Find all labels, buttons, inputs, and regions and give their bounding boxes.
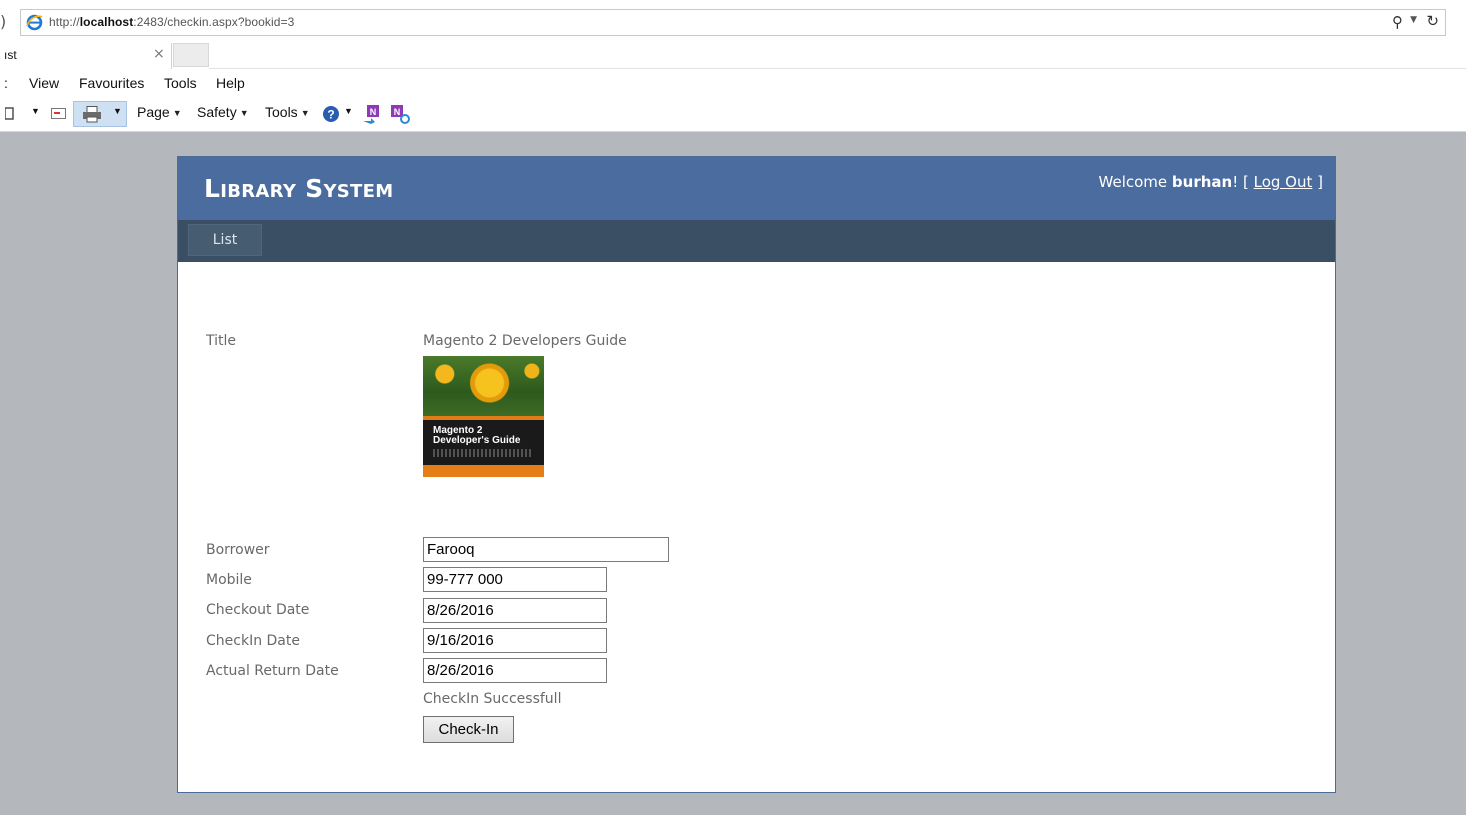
cover-flower-photo: [423, 356, 544, 416]
page-menu-label: Page: [137, 104, 170, 120]
borrower-field[interactable]: [423, 537, 669, 562]
nav-menu: List: [178, 220, 1335, 262]
site-title: Library System: [204, 174, 394, 203]
status-message: CheckIn Successfull: [423, 691, 562, 707]
mail-icon[interactable]: [51, 108, 67, 120]
svg-text:N: N: [370, 107, 377, 117]
checkin-date-field[interactable]: [423, 628, 607, 653]
chevron-down-icon[interactable]: ▼: [1410, 15, 1417, 25]
cover-stripe: [423, 416, 544, 420]
tools-menu-label: Tools: [265, 104, 298, 120]
cover-blurb: [433, 449, 533, 457]
username: burhan: [1171, 173, 1233, 191]
cover-title: Magento 2 Developer's Guide: [433, 426, 520, 446]
tab-title: ıst: [4, 48, 17, 62]
chevron-down-icon[interactable]: ▼: [113, 106, 122, 116]
menu-view[interactable]: View: [29, 75, 59, 91]
logout-link[interactable]: Log Out: [1254, 173, 1313, 191]
welcome-text: Welcome: [1098, 173, 1172, 191]
actual-return-date-label: Actual Return Date: [206, 663, 339, 679]
internet-explorer-icon: [26, 14, 43, 31]
chevron-down-icon: ▼: [172, 108, 182, 118]
browser-tab[interactable]: ıst ×: [0, 43, 172, 69]
help-icon[interactable]: ?: [322, 105, 340, 123]
check-in-button[interactable]: Check-In: [423, 716, 514, 743]
safety-menu[interactable]: Safety ▼: [197, 104, 249, 120]
login-status: Welcome burhan! [ Log Out ]: [1099, 173, 1323, 191]
book-title: Magento 2 Developers Guide: [423, 333, 627, 349]
page-container: Library System Welcome burhan! [ Log Out…: [177, 156, 1336, 793]
url-prefix: http://: [49, 15, 80, 29]
tools-menu[interactable]: Tools ▼: [265, 104, 310, 120]
refresh-icon[interactable]: ↻: [1426, 12, 1439, 30]
new-tab-button[interactable]: [173, 43, 209, 67]
cover-title-line2: Developer's Guide: [433, 435, 521, 446]
url-path: :2483/checkin.aspx?bookid=3: [133, 15, 295, 29]
page-menu[interactable]: Page ▼: [137, 104, 182, 120]
browser-chrome: ) http://localhost:2483/checkin.aspx?boo…: [0, 0, 1466, 132]
welcome-bracket-close: ]: [1312, 173, 1323, 191]
close-icon[interactable]: ×: [153, 46, 165, 62]
chevron-down-icon: ▼: [300, 108, 310, 118]
checkin-date-label: CheckIn Date: [206, 633, 300, 649]
address-bar[interactable]: http://localhost:2483/checkin.aspx?booki…: [20, 9, 1446, 36]
cover-footer-band: [423, 465, 544, 477]
url-text[interactable]: http://localhost:2483/checkin.aspx?booki…: [49, 15, 294, 29]
tab-strip: ıst ×: [0, 43, 1466, 69]
actual-return-date-field[interactable]: [423, 658, 607, 683]
site-header: Library System Welcome burhan! [ Log Out…: [178, 157, 1335, 220]
chevron-down-icon[interactable]: ▼: [31, 106, 40, 116]
mobile-field[interactable]: [423, 567, 607, 592]
book-cover-image: Magento 2 Developer's Guide: [423, 356, 544, 477]
onenote-linked-notes-icon[interactable]: N: [390, 104, 412, 124]
chevron-down-icon[interactable]: ▼: [344, 106, 353, 116]
mobile-label: Mobile: [206, 572, 252, 588]
svg-text:?: ?: [327, 108, 334, 122]
borrower-label: Borrower: [206, 542, 270, 558]
safety-menu-label: Safety: [197, 104, 237, 120]
menu-edge: :: [4, 75, 8, 91]
onenote-send-icon[interactable]: N: [362, 104, 382, 124]
nav-item-list[interactable]: List: [188, 224, 262, 256]
home-icon[interactable]: [5, 107, 15, 121]
menu-help[interactable]: Help: [216, 75, 245, 91]
title-label: Title: [206, 333, 237, 349]
welcome-bracket-open: ! [: [1232, 173, 1254, 191]
menu-favourites[interactable]: Favourites: [79, 75, 144, 91]
back-button-edge[interactable]: ): [0, 12, 6, 32]
printer-icon: [83, 106, 101, 123]
chevron-down-icon: ▼: [239, 108, 249, 118]
url-host: localhost: [79, 15, 134, 29]
search-icon[interactable]: ⚲: [1392, 13, 1403, 31]
divider: [209, 68, 1466, 69]
svg-text:N: N: [394, 107, 401, 117]
checkout-date-field[interactable]: [423, 598, 607, 623]
menu-tools[interactable]: Tools: [164, 75, 197, 91]
checkout-date-label: Checkout Date: [206, 602, 310, 618]
